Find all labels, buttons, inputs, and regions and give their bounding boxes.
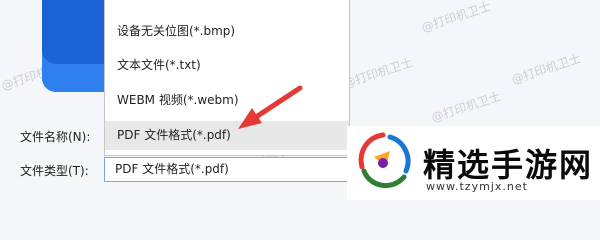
brand-logo-icon — [358, 132, 411, 188]
brand-url: www.tzymjx.net — [426, 180, 528, 193]
